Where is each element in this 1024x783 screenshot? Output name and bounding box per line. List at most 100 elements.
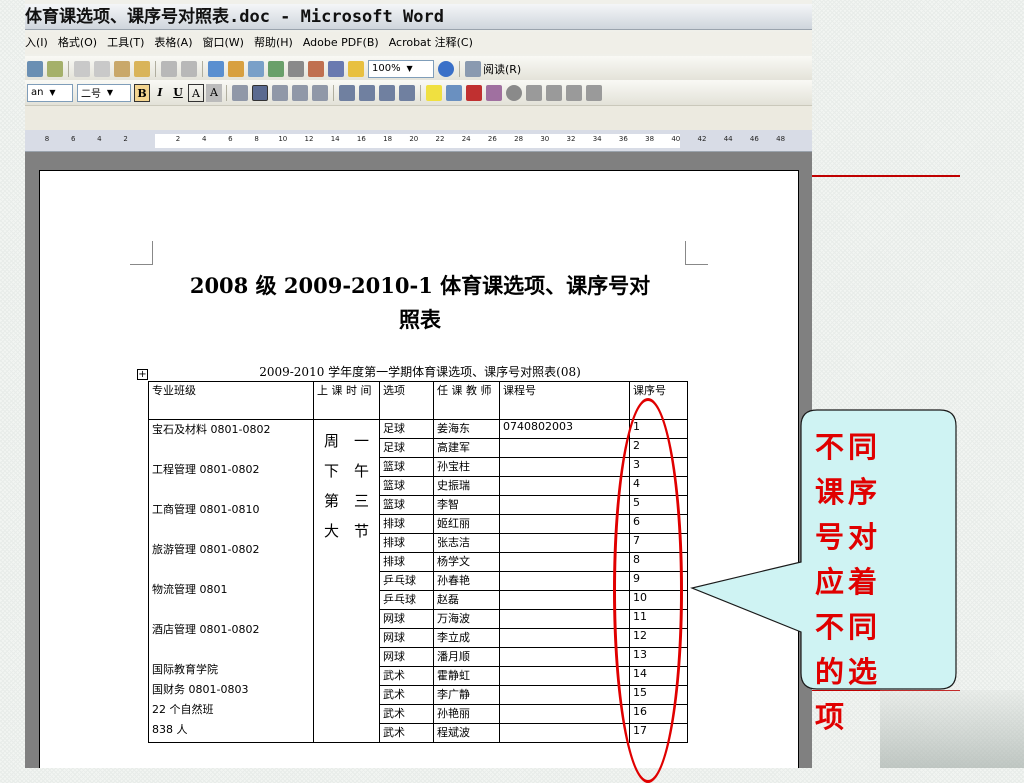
align-center-icon[interactable] [252, 84, 268, 101]
help-icon[interactable] [438, 60, 454, 77]
ruler-tick: 6 [70, 135, 76, 143]
bullets-icon[interactable] [359, 84, 375, 101]
ruler-tick: 18 [383, 135, 393, 143]
underline-button[interactable]: U [170, 84, 186, 102]
teacher-cell: 孙宝柱 [433, 457, 500, 477]
major-line: 工程管理 0801-0802 [152, 463, 260, 476]
align-left-icon[interactable] [232, 84, 248, 101]
teacher-cell: 万海波 [433, 609, 500, 629]
numbering-icon[interactable] [339, 84, 355, 101]
option-cell: 排球 [379, 552, 434, 572]
table-caption: 2009-2010 学年度第一学期体育课选项、课序号对照表(08) [259, 365, 581, 379]
option-cell: 网球 [379, 609, 434, 629]
option-cell: 篮球 [379, 457, 434, 477]
read-icon[interactable] [465, 60, 481, 77]
ruler-tick: 6 [228, 135, 233, 143]
zoom-select[interactable]: 100% ▼ [368, 59, 434, 78]
menu-item[interactable]: 表格(A) [154, 36, 192, 49]
drawing-icon[interactable] [308, 60, 324, 77]
char-shading-button[interactable]: A [206, 83, 222, 102]
line-spacing-icon[interactable] [312, 84, 328, 101]
ruler-tick: 8 [254, 135, 259, 143]
justify-icon[interactable] [292, 84, 308, 101]
phonetic-guide-icon[interactable] [486, 84, 502, 101]
font-color-icon[interactable] [466, 84, 482, 101]
show-hide-icon[interactable] [348, 60, 364, 77]
course-number-cell [499, 723, 630, 743]
format-painter-icon[interactable] [134, 60, 150, 77]
course-number-cell [499, 571, 630, 591]
course-number-cell [499, 590, 630, 610]
table-move-handle[interactable]: + [137, 369, 148, 380]
decrease-indent-icon[interactable] [379, 84, 395, 101]
table-header-row: 专业班级上 课 时 间选项任 课 教 师课程号 课序号 [148, 381, 688, 420]
italic-button[interactable]: I [152, 84, 168, 102]
word-window: 体育课选项、课序号对照表.doc - Microsoft Word 入(I) 格式… [25, 0, 812, 768]
paste-icon[interactable] [114, 60, 130, 77]
major-line: 物流管理 0801 [152, 583, 228, 596]
course-number-cell [499, 647, 630, 667]
major-line: 国际教育学院 [152, 663, 218, 676]
bold-button[interactable]: B [134, 83, 150, 102]
option-cell: 排球 [379, 514, 434, 534]
menu-item[interactable]: Acrobat 注释(C) [389, 36, 473, 49]
document-title: 2008 级 2009-2010-1 体育课选项、课序号对 照表 [189, 273, 651, 332]
option-cell: 乒乓球 [379, 590, 434, 610]
major-line [152, 640, 310, 660]
course-number-cell [499, 495, 630, 515]
insert-excel-icon[interactable] [268, 60, 284, 77]
ruler-tick: 16 [356, 135, 366, 143]
horizontal-ruler[interactable]: 8 6 4 2 2 4 6 8 10 12 14 16 18 20 22 24 26 28 30 32 34 36 38 40… [25, 130, 812, 152]
major-line [152, 600, 310, 620]
subscript-icon[interactable] [586, 84, 602, 101]
ruler-tick: 2 [175, 135, 181, 143]
menu-item[interactable]: 窗口(W) [203, 36, 244, 49]
highlight-icon[interactable] [426, 84, 442, 101]
major-line: 宝石及材料 0801-0802 [152, 423, 271, 436]
ruler-tick: 40 [671, 135, 681, 143]
spelling-icon[interactable] [47, 60, 63, 77]
major-line: 旅游管理 0801-0802 [152, 543, 260, 556]
ruler-tick: 28 [514, 135, 524, 143]
font-size-select[interactable]: 二号 ▼ [77, 83, 131, 102]
option-cell: 足球 [379, 438, 434, 458]
document-map-icon[interactable] [328, 60, 344, 77]
formatting-toolbar: an ▼ 二号 ▼ B I U A A [25, 80, 812, 106]
increase-indent-icon[interactable] [399, 84, 415, 101]
copy-icon[interactable] [94, 60, 110, 77]
document-page[interactable]: 2008 级 2009-2010-1 体育课选项、课序号对 照表 2009-20… [39, 170, 799, 768]
menu-item[interactable]: 工具(T) [107, 36, 144, 49]
menu-item[interactable]: 格式(O) [58, 36, 97, 49]
grow-font-icon[interactable] [526, 84, 542, 101]
menu-item[interactable]: Adobe PDF(B) [303, 36, 379, 49]
cut-icon[interactable] [74, 60, 90, 77]
teacher-cell: 赵磊 [433, 590, 500, 610]
menu-item[interactable]: 入(I) [25, 36, 48, 49]
hyperlink-icon[interactable] [208, 60, 224, 77]
research-icon[interactable] [27, 60, 43, 77]
majors-cell: 宝石及材料 0801-0802 工程管理 0801-0802 工商管理 0801-0… [148, 419, 314, 743]
option-cell: 武术 [379, 666, 434, 686]
shrink-font-icon[interactable] [546, 84, 562, 101]
course-number-cell [499, 628, 630, 648]
char-border-button[interactable]: A [188, 83, 204, 102]
ruler-tick: 20 [409, 135, 419, 143]
superscript-icon[interactable] [566, 84, 582, 101]
major-line [152, 480, 310, 500]
tables-borders-icon[interactable] [228, 60, 244, 77]
course-number-cell [499, 438, 630, 458]
undo-icon[interactable] [161, 60, 177, 77]
major-line: 国财务 0801-0803 [152, 683, 249, 696]
enclose-chars-icon[interactable] [506, 84, 522, 101]
equation-icon[interactable] [446, 84, 462, 101]
insert-table-icon[interactable] [248, 60, 264, 77]
font-select[interactable]: an ▼ [27, 83, 73, 102]
read-button[interactable]: 阅读(R) [483, 61, 521, 77]
ruler-tick: 24 [461, 135, 471, 143]
redo-icon[interactable] [181, 60, 197, 77]
menu-item[interactable]: 帮助(H) [254, 36, 293, 49]
align-right-icon[interactable] [272, 84, 288, 101]
teacher-cell: 杨学文 [433, 552, 500, 572]
columns-icon[interactable] [288, 60, 304, 77]
time-line: 第 三 [323, 492, 369, 510]
